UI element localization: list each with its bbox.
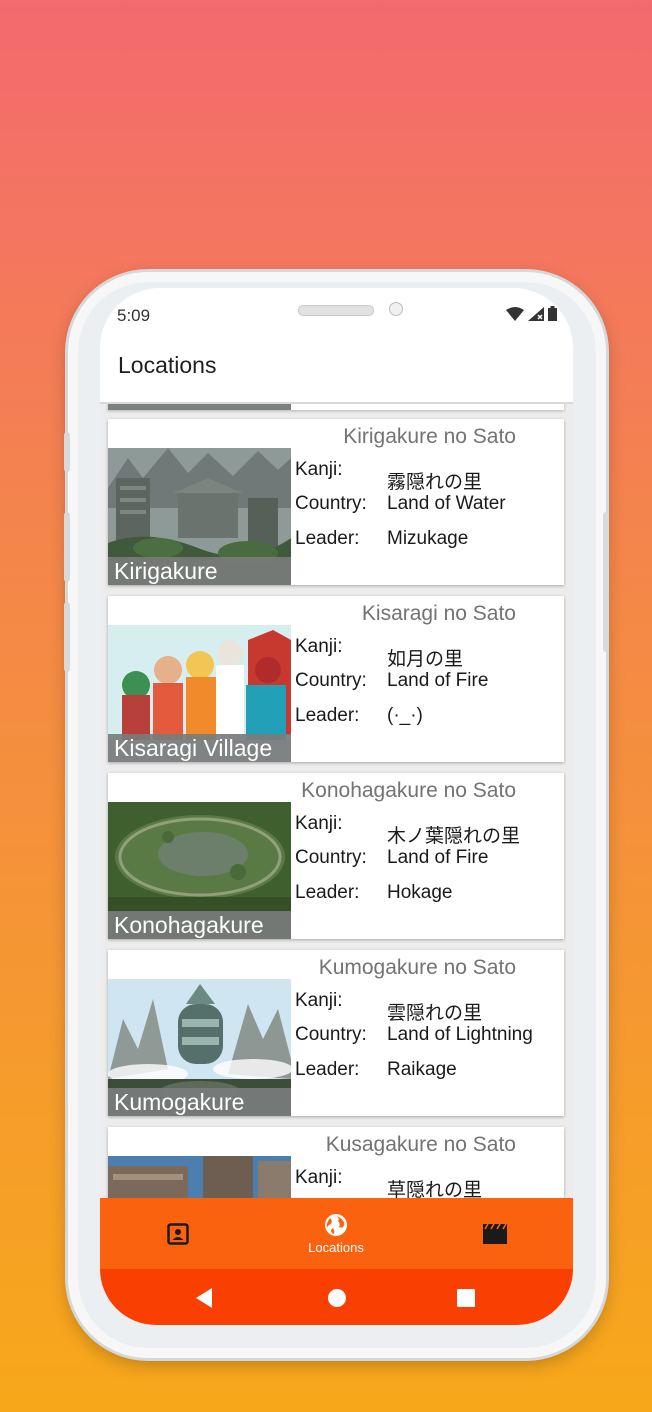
kanji-label: Kanji: xyxy=(295,459,343,480)
kanji-value: 雲隠れの里 xyxy=(387,1003,483,1024)
signal-icon xyxy=(528,306,544,321)
location-title: Kumogakure no Sato xyxy=(318,956,516,979)
phone-side-button-right xyxy=(603,512,609,652)
location-name: Kisaragi Village xyxy=(108,734,291,762)
location-name: Konohagakure xyxy=(108,911,291,939)
phone-side-button-left-1 xyxy=(64,432,70,472)
country-label: Country: xyxy=(295,847,367,868)
country-value: Land of Lightning xyxy=(387,1024,533,1045)
contact-card-icon xyxy=(167,1222,189,1245)
location-image: Kisaragi Village xyxy=(108,625,291,762)
leader-value: (·_·) xyxy=(387,705,423,726)
phone-camera xyxy=(389,302,403,316)
location-card[interactable]: Kumogakure no Sato Kumogakure Kanji: 雲隠れ… xyxy=(108,950,564,1116)
location-image: Konohagakure xyxy=(108,802,291,939)
location-title: Kisaragi no Sato xyxy=(361,602,516,625)
country-value: Land of Fire xyxy=(387,847,489,868)
kanji-label: Kanji: xyxy=(295,636,343,657)
kanji-value: 木ノ葉隠れの里 xyxy=(387,826,521,847)
location-card[interactable]: Konohagakure no Sato Konohagakure Kanji:… xyxy=(108,773,564,939)
locations-list[interactable]: Kirigakure no Sato Kirigakure Kanji: 霧隠れ… xyxy=(100,404,573,1198)
country-label: Country: xyxy=(295,493,367,514)
location-title: Kirigakure no Sato xyxy=(343,425,516,448)
phone-speaker xyxy=(298,305,374,316)
leader-value: Raikage xyxy=(387,1059,457,1080)
phone-side-button-left-3 xyxy=(64,602,70,672)
leader-label: Leader: xyxy=(295,1059,360,1080)
bottom-navigation: Locations xyxy=(100,1198,573,1269)
location-name: Kumogakure xyxy=(108,1088,291,1116)
phone-side-button-left-2 xyxy=(64,512,70,582)
location-card[interactable]: Kisaragi no Sato Kisaragi Village Kanji:… xyxy=(108,596,564,762)
phone-screen: 5:09 Locations Kirigakure no Sato Kiriga… xyxy=(100,288,573,1325)
kanji-value: 草隠れの里 xyxy=(387,1180,483,1198)
location-title: Kusagakure no Sato xyxy=(325,1133,516,1156)
clapperboard-icon xyxy=(483,1223,507,1244)
nav-item-contacts[interactable] xyxy=(138,1198,218,1269)
kanji-value: 如月の里 xyxy=(387,649,464,670)
status-icons xyxy=(506,306,557,321)
nav-item-movies[interactable] xyxy=(455,1198,535,1269)
location-card[interactable]: Kirigakure no Sato Kirigakure Kanji: 霧隠れ… xyxy=(108,419,564,585)
country-value: Land of Water xyxy=(387,493,506,514)
location-card-partial[interactable] xyxy=(108,404,564,410)
kanji-label: Kanji: xyxy=(295,990,343,1011)
kanji-value: 霧隠れの里 xyxy=(387,472,483,493)
leader-value: Hokage xyxy=(387,882,453,903)
leader-label: Leader: xyxy=(295,705,360,726)
leader-value: Mizukage xyxy=(387,528,469,549)
leader-label: Leader: xyxy=(295,528,360,549)
leader-label: Leader: xyxy=(295,882,360,903)
location-card[interactable]: Kusagakure no Sato Kanji: 草隠れの里 xyxy=(108,1127,564,1198)
recents-icon[interactable] xyxy=(457,1289,475,1307)
country-label: Country: xyxy=(295,1024,367,1045)
battery-icon xyxy=(548,306,557,321)
country-value: Land of Fire xyxy=(387,670,489,691)
wifi-icon xyxy=(506,306,524,321)
location-image: Kirigakure xyxy=(108,448,291,585)
location-name: Kirigakure xyxy=(108,557,291,585)
globe-icon xyxy=(325,1213,347,1236)
kanji-label: Kanji: xyxy=(295,1167,343,1188)
country-label: Country: xyxy=(295,670,367,691)
back-icon[interactable] xyxy=(194,1287,214,1309)
nav-item-label: Locations xyxy=(308,1239,364,1255)
location-image: Kumogakure xyxy=(108,979,291,1116)
location-image xyxy=(108,1156,291,1198)
page-title: Locations xyxy=(118,352,217,378)
kanji-label: Kanji: xyxy=(295,813,343,834)
nav-item-locations[interactable]: Locations xyxy=(296,1198,376,1269)
system-navigation-bar xyxy=(100,1269,573,1325)
status-time: 5:09 xyxy=(117,306,151,325)
location-title: Konohagakure no Sato xyxy=(301,779,516,802)
home-icon[interactable] xyxy=(327,1288,347,1308)
